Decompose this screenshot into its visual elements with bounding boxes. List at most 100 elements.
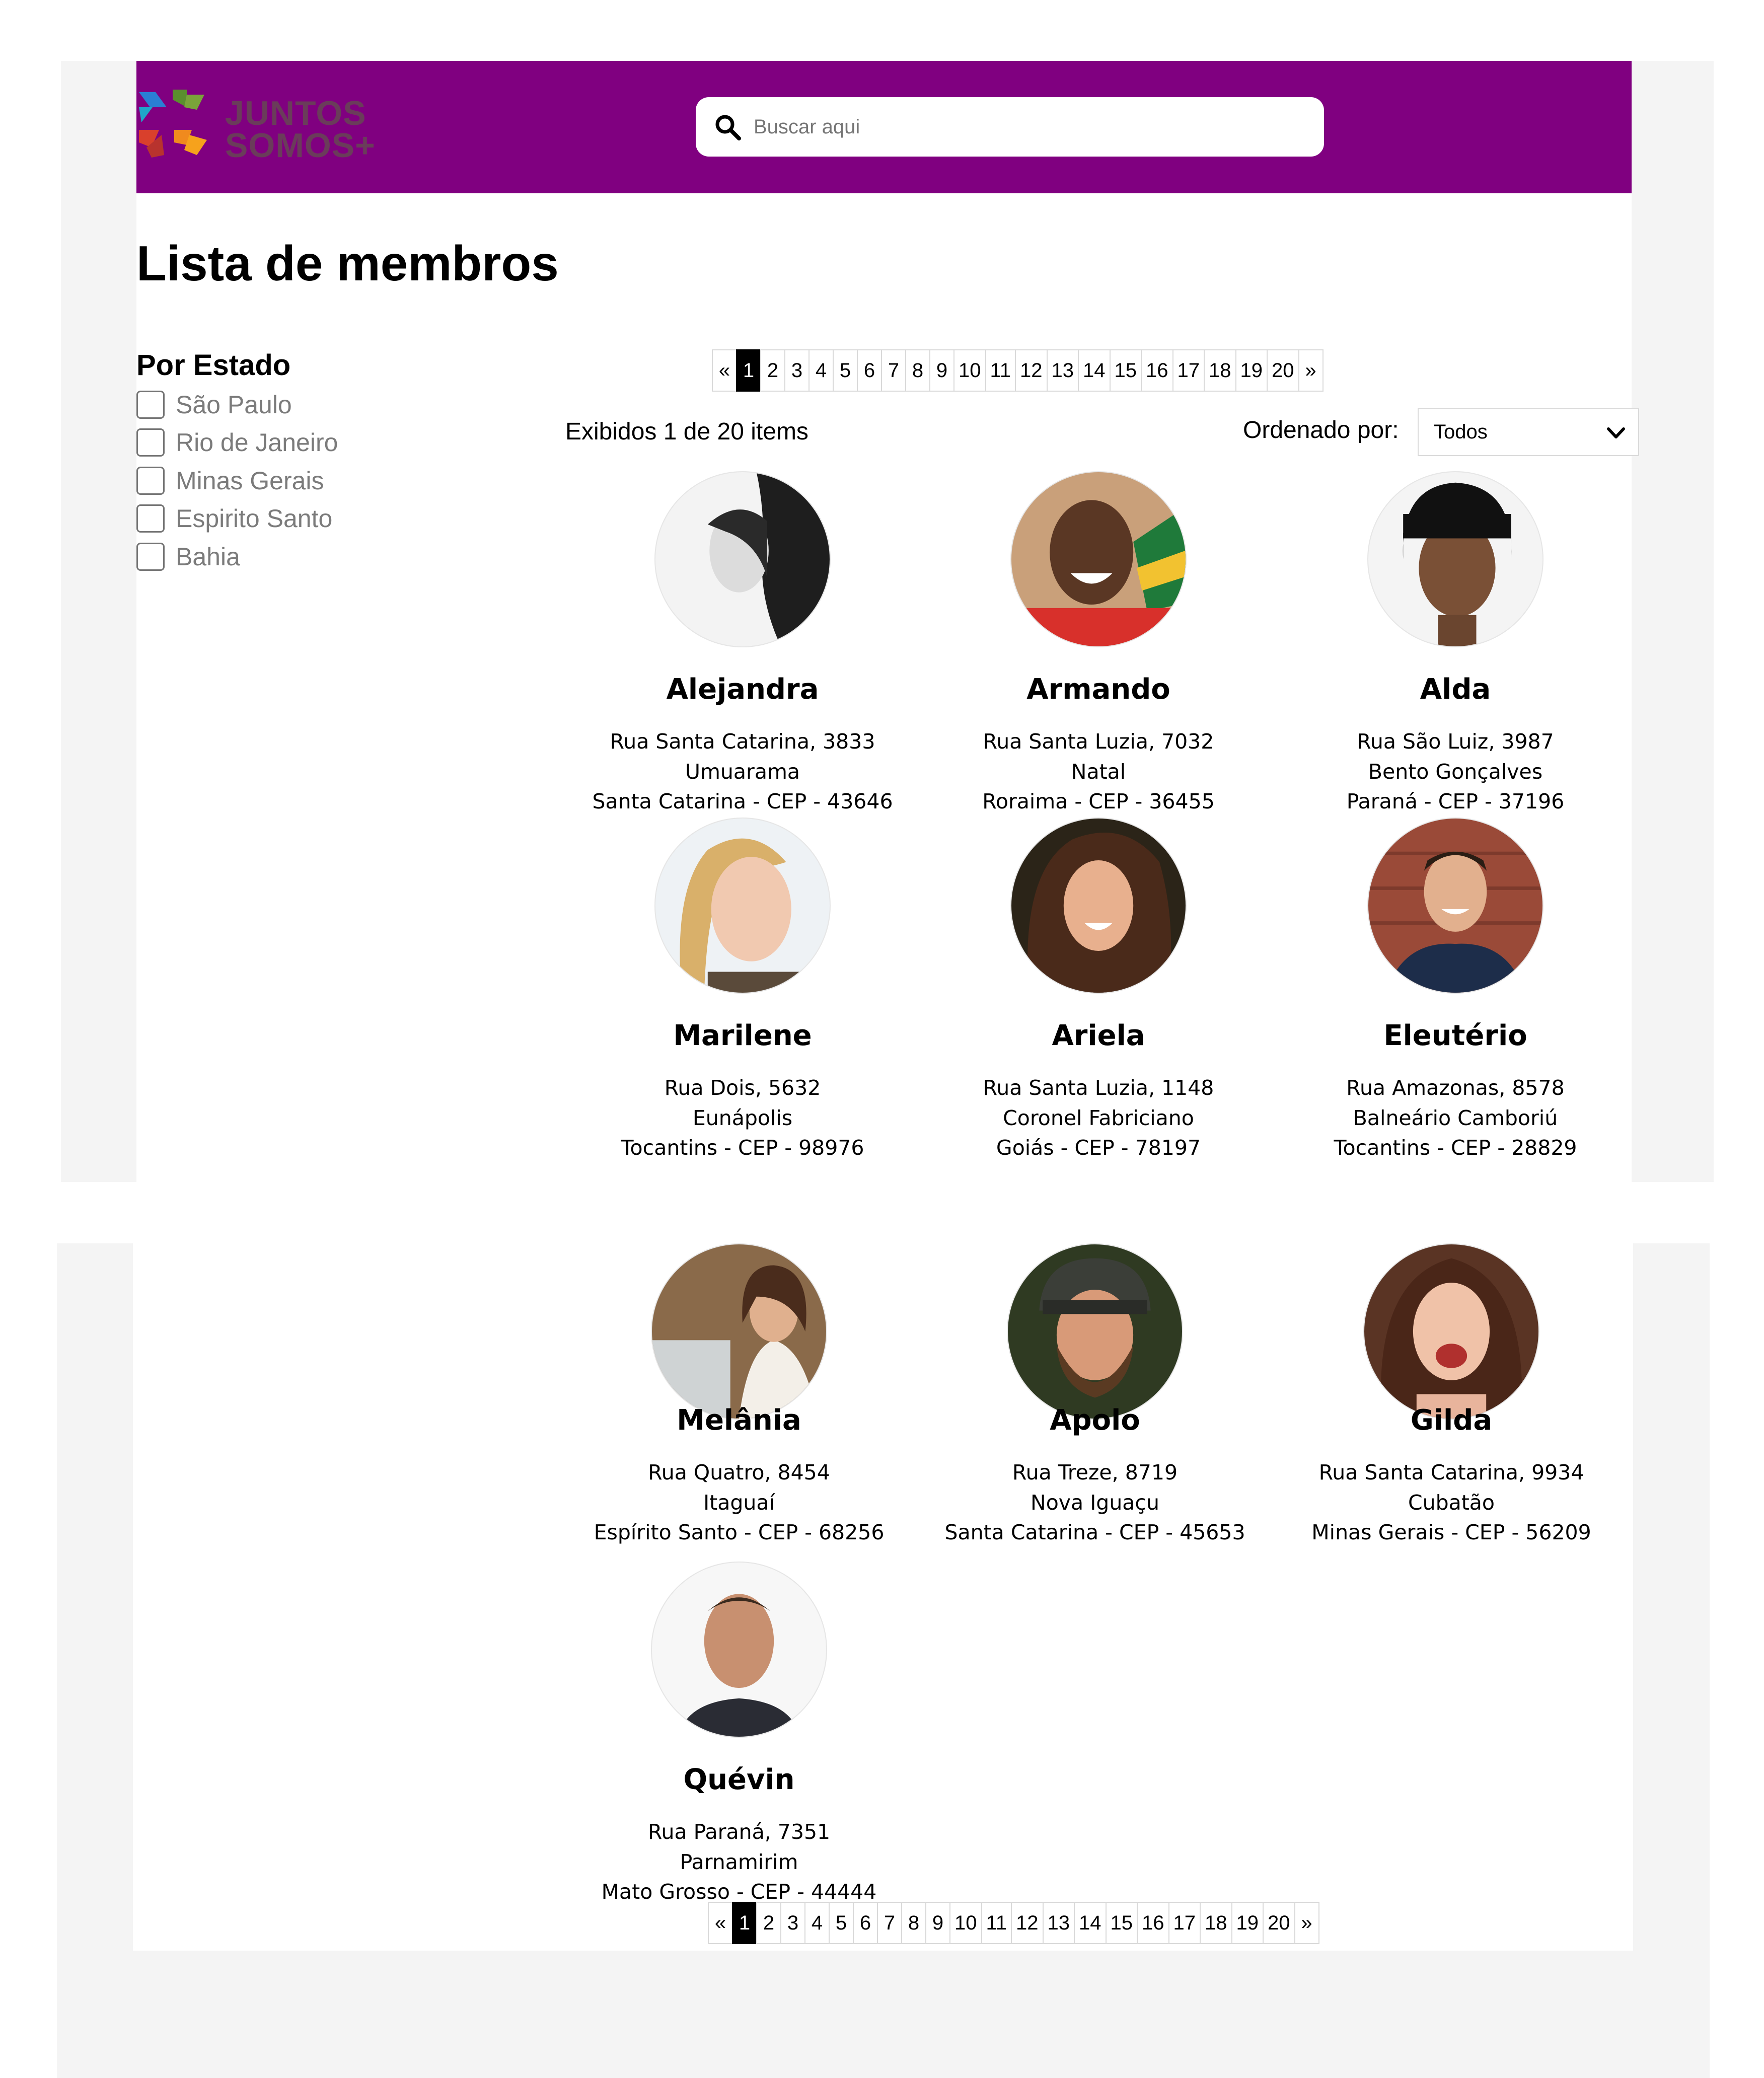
filter-item-minas-gerais[interactable]: Minas Gerais (136, 462, 338, 500)
member-state-cep: Minas Gerais - CEP - 56209 (1311, 1520, 1591, 1544)
state-filter-list: São Paulo Rio de Janeiro Minas Gerais Es… (136, 386, 338, 576)
page-button-11[interactable]: 11 (981, 1902, 1012, 1944)
member-street: Rua Santa Catarina, 3833 (610, 729, 875, 754)
pagination-prev-button[interactable]: « (712, 349, 737, 392)
page-button-15[interactable]: 15 (1109, 349, 1142, 392)
page-button-18[interactable]: 18 (1204, 349, 1236, 392)
page-button-17[interactable]: 17 (1172, 349, 1205, 392)
page-button-17[interactable]: 17 (1168, 1902, 1201, 1944)
site-header: JUNTOS SOMOS+ (136, 61, 1632, 193)
member-state-cep: Paraná - CEP - 37196 (1346, 789, 1565, 813)
page-button-8[interactable]: 8 (901, 1902, 926, 1944)
page-button-19[interactable]: 19 (1231, 1902, 1264, 1944)
search-box[interactable] (696, 97, 1324, 157)
page-button-8[interactable]: 8 (905, 349, 930, 392)
checkbox[interactable] (136, 466, 165, 495)
checkbox[interactable] (136, 390, 165, 419)
page-button-1[interactable]: 1 (732, 1902, 757, 1944)
page-button-12[interactable]: 12 (1015, 349, 1048, 392)
member-street: Rua Quatro, 8454 (648, 1460, 830, 1485)
page-button-12[interactable]: 12 (1011, 1902, 1044, 1944)
member-name: Alda (1420, 673, 1491, 706)
filter-item-espirito-santo[interactable]: Espirito Santo (136, 500, 338, 538)
page-button-7[interactable]: 7 (877, 1902, 902, 1944)
member-name: Melânia (677, 1404, 801, 1437)
member-name: Alejandra (666, 673, 819, 706)
page-button-10[interactable]: 10 (949, 1902, 982, 1944)
avatar (654, 471, 831, 647)
filter-title: Por Estado (136, 349, 291, 382)
page-button-5[interactable]: 5 (829, 1902, 854, 1944)
page-button-20[interactable]: 20 (1263, 1902, 1295, 1944)
page-button-6[interactable]: 6 (857, 349, 882, 392)
sort-select[interactable]: Todos (1418, 408, 1639, 456)
page-button-6[interactable]: 6 (853, 1902, 878, 1944)
page-button-2[interactable]: 2 (756, 1902, 781, 1944)
member-name: Marilene (673, 1019, 812, 1052)
member-street: Rua Santa Catarina, 9934 (1318, 1460, 1584, 1485)
filter-item-bahia[interactable]: Bahia (136, 538, 338, 576)
member-city: Eunápolis (692, 1105, 793, 1130)
pagination-prev-button[interactable]: « (708, 1902, 733, 1944)
checkbox[interactable] (136, 504, 165, 533)
page-button-3[interactable]: 3 (780, 1902, 805, 1944)
avatar (651, 1243, 827, 1420)
avatar (1010, 471, 1187, 647)
avatar (654, 818, 831, 994)
checkbox[interactable] (136, 542, 165, 571)
page-button-20[interactable]: 20 (1267, 349, 1299, 392)
member-address: Rua Treze, 8719 Nova Iguaçu Santa Catari… (934, 1458, 1256, 1548)
page-button-7[interactable]: 7 (881, 349, 906, 392)
member-name: Eleutério (1383, 1019, 1527, 1052)
member-city: Parnamirim (680, 1849, 798, 1874)
logo[interactable]: JUNTOS SOMOS+ (136, 87, 398, 163)
page-button-15[interactable]: 15 (1105, 1902, 1138, 1944)
page-button-14[interactable]: 14 (1078, 349, 1111, 392)
member-city: Bento Gonçalves (1368, 759, 1543, 784)
filter-label: Minas Gerais (176, 466, 324, 495)
page-button-10[interactable]: 10 (953, 349, 986, 392)
page-button-9[interactable]: 9 (929, 349, 954, 392)
page-button-4[interactable]: 4 (808, 349, 834, 392)
member-name: Gilda (1410, 1404, 1493, 1437)
page-button-3[interactable]: 3 (784, 349, 810, 392)
member-street: Rua Dois, 5632 (664, 1076, 821, 1100)
member-address: Rua Santa Catarina, 3833 Umuarama Santa … (581, 727, 904, 817)
member-address: Rua Quatro, 8454 Itaguaí Espírito Santo … (578, 1458, 900, 1548)
page-button-11[interactable]: 11 (985, 349, 1016, 392)
page-button-14[interactable]: 14 (1074, 1902, 1107, 1944)
member-address: Rua Amazonas, 8578 Balneário Camboriú To… (1294, 1073, 1616, 1163)
sort-selected-value: Todos (1434, 421, 1488, 443)
pagination-next-button[interactable]: » (1294, 1902, 1319, 1944)
sort-label: Ordenado por: (1243, 417, 1399, 443)
page-button-9[interactable]: 9 (925, 1902, 950, 1944)
page-button-4[interactable]: 4 (804, 1902, 830, 1944)
member-name: Armando (1026, 673, 1170, 706)
filter-item-sao-paulo[interactable]: São Paulo (136, 386, 338, 424)
member-city: Nova Iguaçu (1031, 1490, 1159, 1515)
page-button-16[interactable]: 16 (1141, 349, 1173, 392)
pagination-next-button[interactable]: » (1298, 349, 1324, 392)
member-address: Rua Santa Catarina, 9934 Cubatão Minas G… (1290, 1458, 1612, 1548)
page-button-1[interactable]: 1 (736, 349, 761, 392)
member-city: Natal (1071, 759, 1126, 784)
member-city: Balneário Camboriú (1353, 1105, 1558, 1130)
page-button-19[interactable]: 19 (1235, 349, 1268, 392)
logo-mark-icon (139, 90, 207, 158)
member-state-cep: Goiás - CEP - 78197 (996, 1136, 1201, 1160)
member-state-cep: Espírito Santo - CEP - 68256 (594, 1520, 885, 1544)
filter-item-rio-de-janeiro[interactable]: Rio de Janeiro (136, 424, 338, 462)
member-address: Rua Santa Luzia, 1148 Coronel Fabriciano… (937, 1073, 1260, 1163)
member-state-cep: Tocantins - CEP - 98976 (621, 1136, 864, 1160)
checkbox[interactable] (136, 428, 165, 457)
page-title: Lista de membros (136, 236, 559, 291)
search-input[interactable] (753, 108, 1308, 145)
page-button-18[interactable]: 18 (1200, 1902, 1232, 1944)
member-city: Coronel Fabriciano (1003, 1105, 1194, 1130)
page-button-13[interactable]: 13 (1042, 1902, 1075, 1944)
page-button-2[interactable]: 2 (760, 349, 785, 392)
page-button-13[interactable]: 13 (1046, 349, 1079, 392)
page-button-16[interactable]: 16 (1137, 1902, 1169, 1944)
avatar (1007, 1243, 1183, 1420)
page-button-5[interactable]: 5 (833, 349, 858, 392)
